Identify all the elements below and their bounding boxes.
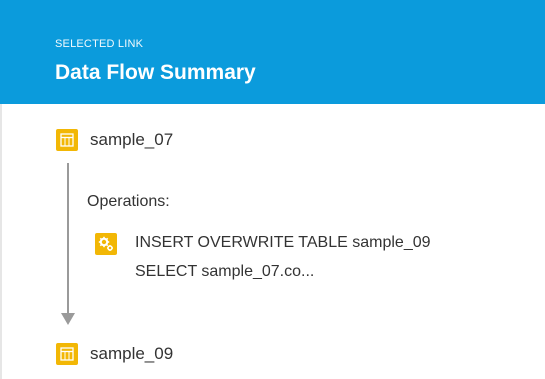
target-table-label: sample_09 [90,344,174,363]
table-icon [56,129,78,151]
flow-arrow-icon [61,313,75,325]
source-table-label: sample_07 [90,130,174,149]
operation-item[interactable]: INSERT OVERWRITE TABLE sample_09 SELECT … [95,232,431,286]
panel-title: Data Flow Summary [55,61,256,84]
panel-header: SELECTED LINK Data Flow Summary [0,0,545,104]
operation-line-1: INSERT OVERWRITE TABLE sample_09 [135,234,431,251]
target-table-node[interactable]: sample_09 [56,342,173,366]
source-table-node[interactable]: sample_07 [56,128,173,152]
gears-icon [95,233,117,255]
operation-text: INSERT OVERWRITE TABLE sample_09 SELECT … [135,228,431,286]
panel-left-border [0,104,2,379]
flow-connector-line [67,163,69,313]
table-icon [56,343,78,365]
data-flow-summary-panel: SELECTED LINK Data Flow Summary sample_0… [0,0,545,379]
operations-label: Operations: [87,193,170,210]
operation-line-2: SELECT sample_07.co... [135,263,315,280]
header-kicker: SELECTED LINK [55,38,144,50]
